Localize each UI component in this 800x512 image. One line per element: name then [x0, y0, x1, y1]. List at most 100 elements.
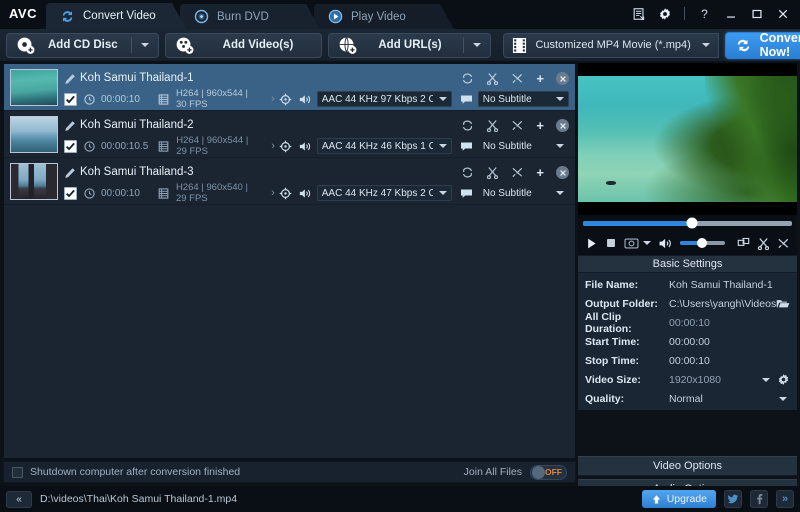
rename-pencil-icon[interactable] — [64, 120, 76, 132]
remove-icon[interactable] — [556, 72, 569, 85]
chevron-down-icon[interactable] — [472, 43, 481, 47]
facebook-icon[interactable] — [750, 490, 768, 508]
chevron-down-icon[interactable] — [762, 377, 770, 382]
table-row[interactable]: Koh Samui Thailand-1 00:00:10 H264 | 960… — [4, 64, 575, 111]
folder-icon[interactable] — [776, 298, 790, 309]
seek-bar-container[interactable] — [578, 215, 797, 231]
gear-icon[interactable] — [656, 5, 673, 22]
audio-icon[interactable] — [298, 187, 311, 200]
shutdown-checkbox[interactable] — [12, 466, 23, 478]
video-thumbnail[interactable] — [10, 69, 58, 106]
seek-bar[interactable] — [583, 217, 792, 229]
setting-value[interactable]: 00:00:00 — [669, 336, 790, 348]
add-urls-button[interactable]: Add URL(s) — [328, 32, 491, 58]
video-preview[interactable] — [578, 63, 797, 215]
setting-value[interactable]: C:\Users\yangh\Videos... — [669, 298, 776, 310]
audio-icon[interactable] — [298, 93, 311, 106]
chevron-right-icon[interactable]: › — [271, 187, 275, 199]
rotate-icon[interactable] — [461, 119, 474, 132]
remove-icon[interactable] — [556, 119, 569, 132]
chevron-down-icon[interactable] — [438, 144, 447, 148]
tab-convert-video[interactable]: Convert Video — [46, 3, 186, 29]
volume-icon[interactable] — [658, 237, 673, 250]
file-checkbox[interactable] — [64, 139, 77, 153]
cut-icon[interactable] — [486, 72, 499, 85]
seek-handle[interactable] — [686, 217, 698, 229]
cut-icon[interactable] — [757, 237, 770, 250]
add-icon[interactable]: + — [536, 72, 544, 85]
join-all-files-toggle[interactable]: OFF — [530, 464, 567, 480]
chevron-right-icon[interactable]: › — [271, 140, 275, 152]
audio-icon[interactable] — [298, 140, 311, 153]
table-row[interactable]: Koh Samui Thailand-3 00:00:10 H264 | 960… — [4, 158, 575, 205]
video-thumbnail[interactable] — [10, 163, 58, 200]
cut-icon[interactable] — [486, 166, 499, 179]
rename-pencil-icon[interactable] — [64, 73, 76, 85]
snapshot-dropdown-icon[interactable] — [643, 241, 651, 245]
video-thumbnail[interactable] — [10, 116, 58, 153]
effect-icon[interactable] — [511, 119, 524, 132]
video-settings-icon[interactable] — [279, 187, 292, 200]
chevron-down-icon[interactable] — [779, 396, 787, 401]
file-checkbox[interactable] — [64, 186, 77, 200]
chevron-down-icon[interactable] — [701, 43, 710, 47]
setting-value[interactable]: Koh Samui Thailand-1 — [669, 279, 790, 291]
chevron-down-icon[interactable] — [438, 97, 447, 101]
setting-value[interactable]: 00:00:10 — [669, 355, 790, 367]
chevron-down-icon[interactable] — [556, 191, 564, 195]
chevron-down-icon[interactable] — [438, 191, 447, 195]
tab-burn-dvd[interactable]: Burn DVD — [180, 4, 320, 29]
video-settings-icon[interactable] — [279, 93, 292, 106]
gear-icon[interactable] — [777, 373, 790, 386]
setting-value[interactable]: 1920x1080 — [669, 374, 760, 386]
stop-icon[interactable] — [605, 237, 617, 249]
fullscreen-icon[interactable] — [737, 237, 750, 250]
effect-icon[interactable] — [511, 72, 524, 85]
audio-track-dropdown[interactable]: AAC 44 KHz 47 Kbps 2 CH ... — [316, 185, 452, 201]
minimize-icon[interactable] — [722, 5, 739, 22]
close-icon[interactable] — [774, 5, 791, 22]
maximize-icon[interactable] — [748, 5, 765, 22]
cut-icon[interactable] — [486, 119, 499, 132]
subtitle-dropdown[interactable]: No Subtitle — [478, 185, 569, 201]
video-settings-icon[interactable] — [279, 140, 292, 153]
video-options-button[interactable]: Video Options — [578, 456, 797, 476]
window-controls: ? — [630, 0, 800, 29]
audio-track-dropdown[interactable]: AAC 44 KHz 97 Kbps 2 CH ... — [316, 91, 452, 107]
add-icon[interactable]: + — [536, 119, 544, 132]
more-button[interactable]: » — [776, 490, 794, 508]
file-checkbox[interactable] — [64, 92, 77, 106]
setting-value[interactable]: Normal — [669, 393, 777, 405]
chevron-right-icon[interactable]: › — [271, 93, 275, 105]
subtitle-dropdown[interactable]: No Subtitle — [477, 91, 569, 107]
tab-play-video[interactable]: Play Video — [314, 4, 454, 29]
twitter-icon[interactable] — [724, 490, 742, 508]
codec-group: H264 | 960x540 | 29 FPS — [158, 182, 261, 204]
notes-icon[interactable] — [630, 5, 647, 22]
effect-icon[interactable] — [777, 237, 790, 250]
play-icon[interactable] — [585, 237, 598, 250]
volume-slider[interactable] — [680, 238, 725, 248]
add-videos-button[interactable]: Add Video(s) — [164, 32, 323, 58]
rotate-icon[interactable] — [461, 166, 474, 179]
add-cd-disc-button[interactable]: Add CD Disc — [6, 32, 159, 58]
file-list[interactable]: Koh Samui Thailand-1 00:00:10 H264 | 960… — [3, 63, 576, 459]
convert-now-button[interactable]: Convert Now! — [724, 31, 800, 59]
rename-pencil-icon[interactable] — [64, 167, 76, 179]
audio-track-dropdown[interactable]: AAC 44 KHz 46 Kbps 1 CH ... — [316, 138, 452, 154]
chevron-down-icon[interactable] — [556, 97, 564, 101]
remove-icon[interactable] — [556, 166, 569, 179]
chevron-down-icon[interactable] — [140, 43, 149, 47]
collapse-button[interactable]: « — [6, 490, 32, 508]
rotate-icon[interactable] — [461, 72, 474, 85]
volume-handle[interactable] — [696, 238, 707, 248]
effect-icon[interactable] — [511, 166, 524, 179]
chevron-down-icon[interactable] — [556, 144, 564, 148]
add-icon[interactable]: + — [536, 166, 544, 179]
output-format-selector[interactable]: Customized MP4 Movie (*.mp4) — [502, 32, 719, 58]
help-icon[interactable]: ? — [696, 5, 713, 22]
upgrade-button[interactable]: Upgrade — [641, 490, 716, 508]
snapshot-icon[interactable] — [624, 237, 639, 249]
subtitle-dropdown[interactable]: No Subtitle — [478, 138, 569, 154]
table-row[interactable]: Koh Samui Thailand-2 00:00:10.5 H264 | 9… — [4, 111, 575, 158]
